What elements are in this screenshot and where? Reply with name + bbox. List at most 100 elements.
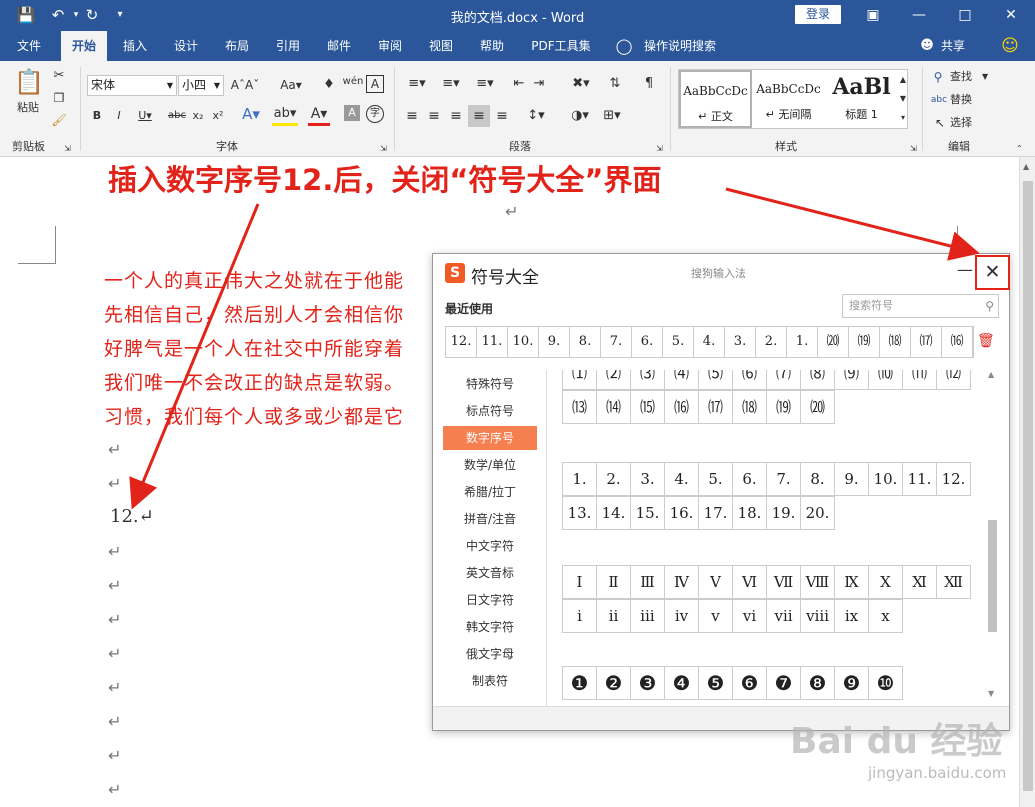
symbol-cell[interactable]: 15. xyxy=(631,496,665,530)
symbol-cell[interactable]: 4. xyxy=(665,462,699,496)
symbol-cell[interactable]: 10. xyxy=(869,462,903,496)
symbol-cell[interactable]: 7. xyxy=(767,462,801,496)
symbol-scrollbar[interactable]: ▲ ▼ xyxy=(986,370,998,698)
format-painter-icon[interactable]: 🖌 xyxy=(50,111,68,129)
symbol-cell[interactable]: ⑾ xyxy=(903,370,937,390)
collapse-ribbon-icon[interactable]: ⌃ xyxy=(1016,140,1023,158)
symbol-cell[interactable]: ⅴ xyxy=(699,599,733,633)
styles-more-icon[interactable]: ▾ xyxy=(898,108,908,127)
align-left-icon[interactable]: ≡ xyxy=(404,107,420,125)
symbol-cell[interactable]: 18. xyxy=(733,496,767,530)
scroll-up-icon[interactable]: ▲ xyxy=(988,370,994,379)
category-japanese[interactable]: 日文字符 xyxy=(443,588,537,612)
style-heading-1[interactable]: AaBl 标题 1 xyxy=(825,70,898,128)
symbol-cell[interactable]: 8. xyxy=(801,462,835,496)
symbol-cell[interactable]: ⑴ xyxy=(563,370,597,390)
recent-symbol[interactable]: ⒄ xyxy=(911,327,942,357)
smiley-icon[interactable]: ☺ xyxy=(998,31,1022,61)
symbol-cell[interactable]: 14. xyxy=(597,496,631,530)
justify-icon[interactable]: ≡ xyxy=(468,105,490,127)
tab-help[interactable]: 帮助 xyxy=(469,31,515,61)
category-box-drawing[interactable]: 制表符 xyxy=(443,669,537,693)
scrollbar-thumb[interactable] xyxy=(1023,181,1033,791)
doc-text-line[interactable]: 一个人的真正伟大之处就在于他能 xyxy=(104,266,404,293)
underline-icon[interactable]: U▾ xyxy=(134,107,156,125)
cut-icon[interactable]: ✂ xyxy=(50,67,68,85)
ribbon-display-icon[interactable]: ▣ xyxy=(858,4,888,26)
symbol-cell[interactable]: ⑹ xyxy=(733,370,767,390)
tell-me-search[interactable]: 操作说明搜索 xyxy=(638,31,722,61)
recent-symbol[interactable]: 9. xyxy=(539,327,570,357)
dialog-minimize-icon[interactable]: — xyxy=(957,260,973,279)
recent-symbol[interactable]: 1. xyxy=(787,327,818,357)
category-special[interactable]: 特殊符号 xyxy=(443,372,537,396)
category-greek-latin[interactable]: 希腊/拉丁 xyxy=(443,480,537,504)
bullets-icon[interactable]: ≡▾ xyxy=(402,75,432,93)
symbol-cell[interactable]: ⒂ xyxy=(631,390,665,424)
symbol-cell[interactable]: ⅸ xyxy=(835,599,869,633)
symbol-cell[interactable]: ⑺ xyxy=(767,370,801,390)
symbol-cell[interactable]: ⑼ xyxy=(835,370,869,390)
select-button[interactable]: 选择 xyxy=(950,114,990,132)
symbol-cell[interactable]: ⒃ xyxy=(665,390,699,424)
symbol-cell[interactable]: ❻ xyxy=(733,666,767,700)
category-pinyin[interactable]: 拼音/注音 xyxy=(443,507,537,531)
recent-symbol[interactable]: 4. xyxy=(694,327,725,357)
recent-symbol[interactable]: 5. xyxy=(663,327,694,357)
category-korean[interactable]: 韩文字符 xyxy=(443,615,537,639)
recent-symbol[interactable]: 8. xyxy=(570,327,601,357)
share-button[interactable]: 共享 xyxy=(936,31,970,61)
symbol-cell[interactable]: ❼ xyxy=(767,666,801,700)
symbol-cell[interactable]: ⅹ xyxy=(869,599,903,633)
recent-symbol[interactable]: 11. xyxy=(477,327,508,357)
distributed-icon[interactable]: ≡ xyxy=(494,107,510,125)
minimize-icon[interactable]: — xyxy=(904,4,934,26)
symbol-cell[interactable]: ❷ xyxy=(597,666,631,700)
paste-button[interactable]: 粘贴 xyxy=(10,99,46,117)
symbol-search-input[interactable]: 搜索符号 ⚲ xyxy=(842,294,999,318)
symbol-cell[interactable]: ⑸ xyxy=(699,370,733,390)
bold-icon[interactable]: B xyxy=(90,107,104,125)
symbol-cell[interactable]: 1. xyxy=(563,462,597,496)
subscript-icon[interactable]: x₂ xyxy=(190,107,206,125)
symbol-cell[interactable]: ⒆ xyxy=(767,390,801,424)
symbol-cell[interactable]: Ⅴ xyxy=(699,565,733,599)
doc-text-line[interactable]: 先相信自己，然后别人才会相信你 xyxy=(104,300,404,327)
symbol-cell[interactable]: ⅰ xyxy=(563,599,597,633)
clear-format-icon[interactable]: ♦ xyxy=(320,76,338,94)
copy-icon[interactable]: ❐ xyxy=(50,89,68,107)
recent-symbol[interactable]: ⒇ xyxy=(818,327,849,357)
symbol-cell[interactable]: ❾ xyxy=(835,666,869,700)
dialog-close-icon[interactable]: ✕ xyxy=(975,255,1010,290)
tab-view[interactable]: 视图 xyxy=(418,31,464,61)
scroll-down-icon[interactable]: ▼ xyxy=(988,689,994,698)
inserted-number[interactable]: 12.↵ xyxy=(110,506,154,527)
text-effects-icon[interactable]: A▾ xyxy=(240,105,262,123)
symbol-cell[interactable]: 5. xyxy=(699,462,733,496)
replace-button[interactable]: 替换 xyxy=(950,91,988,109)
symbol-cell[interactable]: 17. xyxy=(699,496,733,530)
symbol-cell[interactable]: ⑵ xyxy=(597,370,631,390)
multilevel-list-icon[interactable]: ≡▾ xyxy=(470,75,500,93)
symbol-cell[interactable]: 19. xyxy=(767,496,801,530)
symbol-cell[interactable]: ⒅ xyxy=(733,390,767,424)
line-spacing-icon[interactable]: ↕▾ xyxy=(522,107,550,125)
font-launcher-icon[interactable]: ⇲ xyxy=(380,140,387,158)
doc-text-line[interactable]: 我们唯一不会改正的缺点是软弱。 xyxy=(104,368,404,395)
symbol-cell[interactable]: ⑽ xyxy=(869,370,903,390)
tab-mailings[interactable]: 邮件 xyxy=(316,31,362,61)
recent-symbol[interactable]: ⒅ xyxy=(880,327,911,357)
close-window-icon[interactable]: ✕ xyxy=(996,4,1026,26)
chevron-down-icon[interactable]: ▼ xyxy=(982,68,988,86)
symbol-cell[interactable]: Ⅻ xyxy=(937,565,971,599)
paragraph-launcher-icon[interactable]: ⇲ xyxy=(656,140,663,158)
symbol-cell[interactable]: ❽ xyxy=(801,666,835,700)
borders-icon[interactable]: ⊞▾ xyxy=(598,107,626,125)
sort-icon[interactable]: ⇅ xyxy=(606,75,624,93)
styles-scroll-up-icon[interactable]: ▲ xyxy=(898,70,908,89)
recent-symbol[interactable]: 7. xyxy=(601,327,632,357)
symbol-cell[interactable]: Ⅹ xyxy=(869,565,903,599)
symbol-cell[interactable]: ⒁ xyxy=(597,390,631,424)
recent-symbol[interactable]: ⒆ xyxy=(849,327,880,357)
strikethrough-icon[interactable]: abc xyxy=(166,107,188,125)
